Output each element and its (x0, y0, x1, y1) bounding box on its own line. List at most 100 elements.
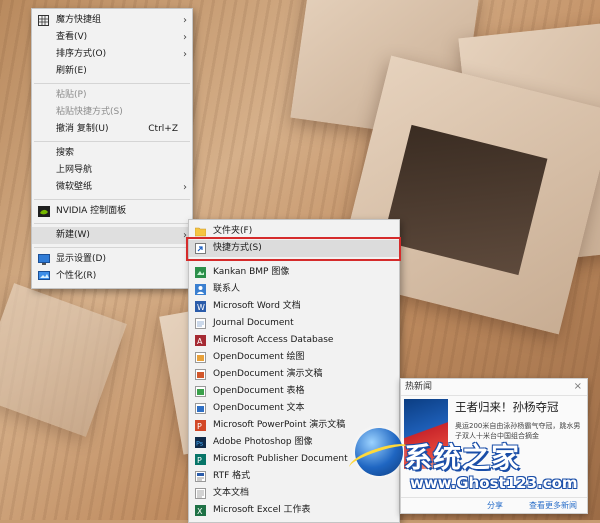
odg-icon (195, 352, 206, 363)
grid-icon (38, 15, 49, 26)
new-access-database[interactable]: A Microsoft Access Database (189, 332, 399, 349)
new-odt-text[interactable]: OpenDocument 文本 (189, 400, 399, 417)
menu-item-view[interactable]: 查看(V) › (32, 29, 192, 46)
desktop-context-menu: 魔方快捷组 › 查看(V) › 排序方式(O) › 刷新(E) 粘贴(P) 粘贴… (31, 8, 193, 289)
menu-item-label: 上网导航 (56, 165, 93, 175)
menu-separator (34, 199, 190, 200)
menu-item-label: Microsoft Access Database (213, 335, 334, 345)
menu-item-paste-shortcut: 粘贴快捷方式(S) (32, 104, 192, 121)
menu-item-label: 粘贴快捷方式(S) (56, 107, 123, 117)
svg-text:Ps: Ps (196, 440, 204, 448)
journal-icon (195, 318, 206, 329)
access-icon: A (195, 335, 206, 346)
menu-item-label: 查看(V) (56, 32, 88, 42)
ods-icon (195, 386, 206, 397)
menu-item-label: OpenDocument 绘图 (213, 352, 305, 362)
menu-item-label: Microsoft PowerPoint 演示文稿 (213, 420, 346, 430)
svg-text:X: X (197, 507, 203, 516)
menu-separator (34, 223, 190, 224)
news-title[interactable]: 王者归来！孙杨夺冠 (455, 399, 559, 415)
news-more-link[interactable]: 查看更多新闻 (529, 498, 577, 513)
menu-item-magic-cube[interactable]: 魔方快捷组 › (32, 12, 192, 29)
menu-item-label: 显示设置(D) (56, 254, 106, 264)
menu-item-label: 联系人 (213, 284, 241, 294)
menu-item-label: 魔方快捷组 (56, 15, 102, 25)
chevron-right-icon: › (183, 32, 187, 43)
menu-item-paste: 粘贴(P) (32, 87, 192, 104)
excel-icon: X (195, 505, 206, 516)
chevron-right-icon: › (183, 49, 187, 60)
menu-separator (34, 247, 190, 248)
new-submenu: 文件夹(F) 快捷方式(S) Kankan BMP 图像 联系人 W Micro… (188, 219, 400, 523)
new-word-document[interactable]: W Microsoft Word 文档 (189, 298, 399, 315)
personalize-icon (38, 271, 50, 282)
menu-item-nvidia[interactable]: NVIDIA 控制面板 (32, 203, 192, 220)
menu-item-display-settings[interactable]: 显示设置(D) (32, 251, 192, 268)
menu-item-label: 微软壁纸 (56, 182, 93, 192)
menu-item-label: NVIDIA 控制面板 (56, 206, 127, 216)
menu-item-undo-copy[interactable]: 撤消 复制(U) Ctrl+Z (32, 121, 192, 138)
highlight-annotation (186, 237, 401, 261)
menu-item-label: 排序方式(O) (56, 49, 107, 59)
menu-item-web-nav[interactable]: 上网导航 (32, 162, 192, 179)
menu-item-ms-wallpaper[interactable]: 微软壁纸 › (32, 179, 192, 196)
news-footer: 分享 查看更多新闻 (401, 497, 587, 513)
menu-item-new[interactable]: 新建(W) › (32, 227, 192, 244)
menu-item-label: OpenDocument 表格 (213, 386, 305, 396)
svg-text:P: P (197, 456, 202, 465)
svg-text:A: A (197, 337, 203, 346)
close-icon[interactable]: × (574, 381, 582, 392)
contact-icon (195, 284, 206, 295)
menu-item-label: OpenDocument 演示文稿 (213, 369, 323, 379)
svg-text:W: W (197, 303, 205, 312)
menu-item-label: 粘贴(P) (56, 90, 87, 100)
new-contact[interactable]: 联系人 (189, 281, 399, 298)
powerpoint-icon: P (195, 420, 206, 431)
new-odg-drawing[interactable]: OpenDocument 绘图 (189, 349, 399, 366)
new-odp-presentation[interactable]: OpenDocument 演示文稿 (189, 366, 399, 383)
menu-item-label: RTF 格式 (213, 471, 251, 481)
svg-text:P: P (197, 422, 202, 431)
menu-item-label: Microsoft Word 文档 (213, 301, 301, 311)
menu-item-label: OpenDocument 文本 (213, 403, 305, 413)
rtf-icon (195, 471, 206, 482)
menu-item-label: 刷新(E) (56, 66, 87, 76)
txt-icon (195, 488, 206, 499)
new-text-document[interactable]: 文本文档 (189, 485, 399, 502)
photoshop-icon: Ps (195, 437, 206, 448)
menu-item-label: Journal Document (213, 318, 294, 328)
menu-item-label: 文本文档 (213, 488, 250, 498)
odt-icon (195, 403, 206, 414)
menu-item-search[interactable]: 搜索 (32, 145, 192, 162)
new-journal-document[interactable]: Journal Document (189, 315, 399, 332)
menu-item-label: 搜索 (56, 148, 75, 158)
bmp-icon (195, 267, 206, 278)
publisher-icon: P (195, 454, 206, 465)
new-ods-spreadsheet[interactable]: OpenDocument 表格 (189, 383, 399, 400)
new-excel-worksheet[interactable]: X Microsoft Excel 工作表 (189, 502, 399, 519)
menu-separator (34, 141, 190, 142)
new-bmp-image[interactable]: Kankan BMP 图像 (189, 264, 399, 281)
menu-item-personalize[interactable]: 个性化(R) (32, 268, 192, 285)
menu-item-label: Microsoft Excel 工作表 (213, 505, 311, 515)
nvidia-icon (38, 206, 50, 217)
news-share-link[interactable]: 分享 (487, 498, 503, 513)
word-icon: W (195, 301, 206, 312)
display-icon (38, 254, 50, 265)
menu-item-label: 文件夹(F) (213, 226, 253, 236)
menu-separator (34, 83, 190, 84)
folder-icon (194, 226, 207, 237)
menu-item-label: Microsoft Publisher Document (213, 454, 348, 464)
menu-item-shortcut: Ctrl+Z (148, 124, 178, 134)
menu-item-sort-by[interactable]: 排序方式(O) › (32, 46, 192, 63)
watermark-brand: 系统之家 (404, 441, 521, 474)
menu-item-label: Kankan BMP 图像 (213, 267, 290, 277)
menu-item-label: 撤消 复制(U) (56, 124, 109, 134)
chevron-right-icon: › (183, 15, 187, 26)
menu-item-label: 个性化(R) (56, 271, 97, 281)
menu-item-refresh[interactable]: 刷新(E) (32, 63, 192, 80)
menu-item-label: Adobe Photoshop 图像 (213, 437, 313, 447)
news-header: 热新闻 (401, 379, 587, 396)
watermark-url: www.Ghost123.com (410, 474, 578, 492)
wallpaper-block (0, 283, 127, 437)
